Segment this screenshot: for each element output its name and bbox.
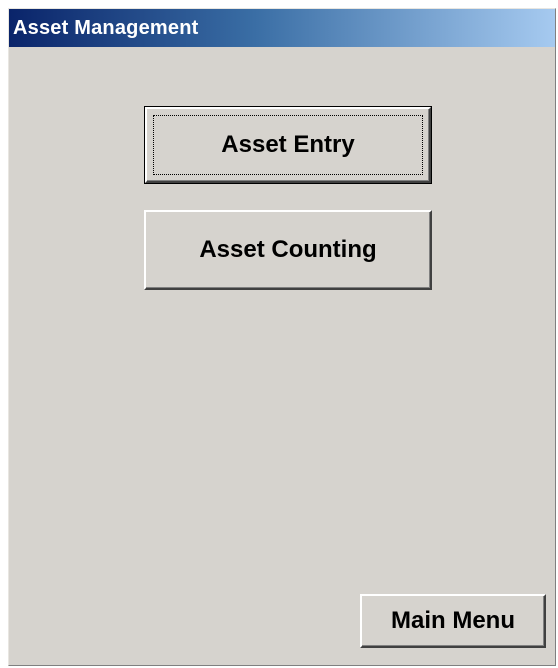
title-bar[interactable]: Asset Management — [9, 9, 555, 47]
main-menu-button[interactable]: Main Menu — [360, 594, 546, 648]
asset-counting-button[interactable]: Asset Counting — [144, 210, 432, 290]
window-client-area: Asset Entry Asset Counting Main Menu — [9, 47, 555, 665]
asset-counting-label: Asset Counting — [199, 236, 377, 263]
window-title: Asset Management — [13, 16, 199, 39]
asset-management-window: Asset Management Asset Entry Asset Count… — [8, 8, 556, 666]
asset-entry-button[interactable]: Asset Entry — [144, 106, 432, 184]
main-menu-label: Main Menu — [391, 607, 515, 634]
asset-entry-label: Asset Entry — [221, 131, 355, 158]
